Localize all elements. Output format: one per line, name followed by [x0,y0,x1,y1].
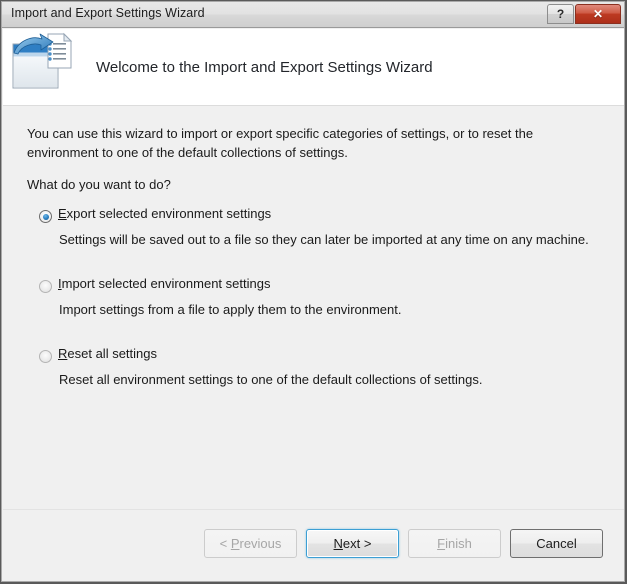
option-reset-label[interactable]: Reset all settings [58,346,157,361]
help-icon[interactable]: ? [547,4,574,24]
option-export-accel: E [58,206,67,221]
next-button[interactable]: Next > [306,529,399,558]
wizard-dialog-window: Import and Export Settings Wizard ? ✕ We… [0,0,627,584]
wizard-body: You can use this wizard to import or exp… [3,106,624,509]
close-icon[interactable]: ✕ [575,4,621,24]
radio-export[interactable] [39,210,52,223]
option-import-description: Import settings from a file to apply the… [59,302,402,317]
option-reset-label-rest: eset all settings [67,346,157,361]
next-suffix: ext > [342,536,372,551]
export-settings-icon [12,32,76,90]
wizard-footer: < Previous Next > Finish Cancel [3,509,624,582]
option-import-label-rest: mport selected environment settings [61,276,271,291]
window-controls: ? ✕ [547,4,621,24]
previous-suffix: revious [239,536,282,551]
option-export-label[interactable]: Export selected environment settings [58,206,271,221]
option-export-label-rest: xport selected environment settings [66,206,272,221]
option-import-label[interactable]: Import selected environment settings [58,276,270,291]
option-reset-description: Reset all environment settings to one of… [59,372,483,387]
question-text: What do you want to do? [27,177,171,192]
finish-accel: F [437,536,446,551]
option-export[interactable]: Export selected environment settings Set… [3,206,624,276]
wizard-header: Welcome to the Import and Export Setting… [3,29,624,106]
previous-prefix: < [219,536,231,551]
window-title: Import and Export Settings Wizard [11,6,205,20]
option-export-description: Settings will be saved out to a file so … [59,232,589,247]
cancel-button[interactable]: Cancel [510,529,603,558]
finish-button[interactable]: Finish [408,529,501,558]
page-title: Welcome to the Import and Export Setting… [96,59,433,76]
options-group: Export selected environment settings Set… [3,206,624,416]
radio-reset[interactable] [39,350,52,363]
button-row: < Previous Next > Finish Cancel [204,529,603,558]
option-import[interactable]: Import selected environment settings Imp… [3,276,624,346]
option-reset[interactable]: Reset all settings Reset all environment… [3,346,624,416]
title-bar: Import and Export Settings Wizard ? ✕ [2,2,624,28]
next-accel: N [333,536,343,551]
option-reset-accel: R [58,346,68,361]
intro-text: You can use this wizard to import or exp… [27,126,534,160]
radio-import[interactable] [39,280,52,293]
finish-suffix: inish [445,536,472,551]
previous-button[interactable]: < Previous [204,529,297,558]
